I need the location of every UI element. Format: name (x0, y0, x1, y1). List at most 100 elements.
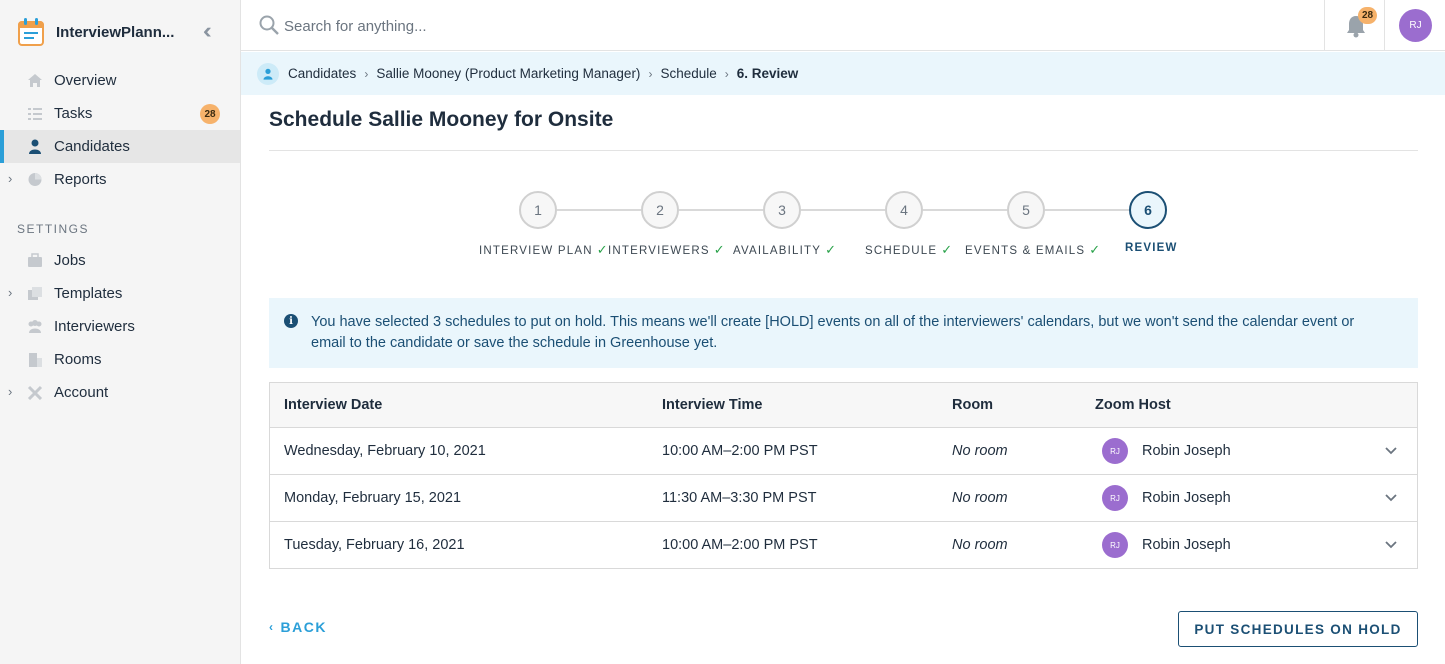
sidebar-item-label: Overview (54, 72, 117, 89)
step-5-circle[interactable]: 5 (1007, 191, 1045, 229)
interview-date: Wednesday, February 10, 2021 (284, 443, 486, 459)
checkmark-icon: ✓ (596, 242, 609, 257)
chevron-right-icon: › (724, 66, 729, 81)
step-4-label: SCHEDULE ✓ (865, 242, 954, 257)
info-alert: i You have selected 3 schedules to put o… (269, 298, 1418, 368)
step-6-circle[interactable]: 6 (1129, 191, 1167, 229)
interview-time: 10:00 AM–2:00 PM PST (662, 443, 818, 459)
column-header-date: Interview Date (284, 397, 383, 413)
interview-date: Tuesday, February 16, 2021 (284, 537, 465, 553)
step-4-circle[interactable]: 4 (885, 191, 923, 229)
chevron-right-icon: › (364, 66, 369, 81)
tasks-count-badge: 28 (200, 104, 220, 124)
sidebar-item-rooms[interactable]: Rooms (0, 343, 240, 376)
sidebar-item-label: Templates (54, 285, 123, 302)
sidebar-item-account[interactable]: › Account (0, 376, 240, 409)
avatar: RJ (1102, 438, 1128, 464)
info-icon: i (284, 314, 298, 328)
avatar: RJ (1102, 532, 1128, 558)
sidebar-item-templates[interactable]: › Templates (0, 277, 240, 310)
back-button[interactable]: ‹ BACK (269, 619, 327, 635)
breadcrumb-candidate[interactable]: Sallie Mooney (Product Marketing Manager… (376, 66, 640, 81)
column-header-zoom-host: Zoom Host (1095, 397, 1171, 413)
info-text: You have selected 3 schedules to put on … (311, 314, 1355, 351)
zoom-host: RJ Robin Joseph (1095, 475, 1231, 521)
chevron-right-icon[interactable]: › (8, 384, 12, 399)
settings-section-label: SETTINGS (17, 222, 90, 236)
chevron-right-icon: › (648, 66, 653, 81)
step-connector (801, 209, 885, 211)
checkmark-icon: ✓ (1089, 242, 1102, 257)
top-bar: 28 RJ (241, 0, 1445, 51)
sidebar-item-label: Rooms (54, 351, 102, 368)
people-icon (28, 320, 42, 333)
home-icon (28, 74, 42, 87)
app-title: InterviewPlann... (56, 23, 175, 41)
sidebar-item-jobs[interactable]: Jobs (0, 244, 240, 277)
sidebar-item-label: Tasks (54, 105, 93, 122)
avatar: RJ (1102, 485, 1128, 511)
breadcrumb: Candidates › Sallie Mooney (Product Mark… (241, 52, 1445, 95)
chevron-right-icon[interactable]: › (8, 171, 12, 186)
interview-time: 11:30 AM–3:30 PM PST (662, 490, 817, 506)
schedules-table: Interview Date Interview Time Room Zoom … (269, 382, 1418, 569)
checkmark-icon: ✓ (941, 242, 954, 257)
host-name: Robin Joseph (1142, 443, 1231, 459)
sidebar-item-label: Account (54, 384, 109, 401)
breadcrumb-candidates[interactable]: Candidates (288, 66, 356, 81)
step-connector (557, 209, 641, 211)
step-connector (1045, 209, 1129, 211)
table-row: Monday, February 15, 2021 11:30 AM–3:30 … (270, 475, 1417, 522)
put-schedules-on-hold-button[interactable]: PUT SCHEDULES ON HOLD (1178, 611, 1418, 647)
column-header-room: Room (952, 397, 994, 413)
checkmark-icon: ✓ (713, 242, 726, 257)
calendar-logo-icon (18, 18, 44, 46)
sidebar-item-label: Jobs (54, 252, 86, 269)
zoom-host: RJ Robin Joseph (1095, 522, 1231, 568)
chevron-right-icon[interactable]: › (8, 285, 12, 300)
step-1-label: INTERVIEW PLAN ✓ (479, 242, 609, 257)
sidebar-item-reports[interactable]: › Reports (0, 163, 240, 196)
step-connector (923, 209, 1007, 211)
sidebar-item-tasks[interactable]: Tasks 28 (0, 97, 240, 130)
room: No room (952, 490, 1008, 506)
sidebar-item-interviewers[interactable]: Interviewers (0, 310, 240, 343)
breadcrumb-schedule[interactable]: Schedule (660, 66, 716, 81)
step-3-circle[interactable]: 3 (763, 191, 801, 229)
person-icon (29, 139, 41, 154)
chevron-down-icon[interactable] (1385, 522, 1397, 568)
interview-time: 10:00 AM–2:00 PM PST (662, 537, 818, 553)
sidebar-item-label: Interviewers (54, 318, 135, 335)
interview-date: Monday, February 15, 2021 (284, 490, 462, 506)
divider (1384, 0, 1385, 51)
step-1-circle[interactable]: 1 (519, 191, 557, 229)
back-label: BACK (280, 619, 327, 635)
list-icon (28, 108, 42, 120)
chevron-left-icon: ‹ (269, 620, 275, 634)
step-3-label: AVAILABILITY ✓ (733, 242, 838, 257)
chevron-down-icon[interactable] (1385, 475, 1397, 521)
person-icon (257, 62, 279, 85)
page-title: Schedule Sallie Mooney for Onsite (269, 108, 614, 131)
copy-icon (28, 287, 42, 300)
sidebar-item-candidates[interactable]: Candidates (0, 130, 240, 163)
sidebar-item-overview[interactable]: Overview (0, 64, 240, 97)
step-6-label: REVIEW (1125, 242, 1178, 254)
briefcase-icon (28, 253, 42, 267)
user-avatar[interactable]: RJ (1399, 9, 1432, 42)
search-input[interactable] (284, 13, 984, 39)
divider (1324, 0, 1325, 51)
building-icon (29, 353, 42, 367)
search-icon (259, 15, 279, 35)
sidebar-item-label: Candidates (54, 138, 130, 155)
step-2-circle[interactable]: 2 (641, 191, 679, 229)
chevron-down-icon[interactable] (1385, 428, 1397, 474)
breadcrumb-current: 6. Review (736, 66, 799, 81)
divider (269, 150, 1418, 151)
table-header: Interview Date Interview Time Room Zoom … (270, 383, 1417, 428)
column-header-time: Interview Time (662, 397, 763, 413)
zoom-host: RJ Robin Joseph (1095, 428, 1231, 474)
step-5-label: EVENTS & EMAILS ✓ (965, 242, 1102, 257)
collapse-sidebar-icon[interactable]: ‹‹ (203, 20, 225, 42)
step-2-label: INTERVIEWERS ✓ (608, 242, 726, 257)
